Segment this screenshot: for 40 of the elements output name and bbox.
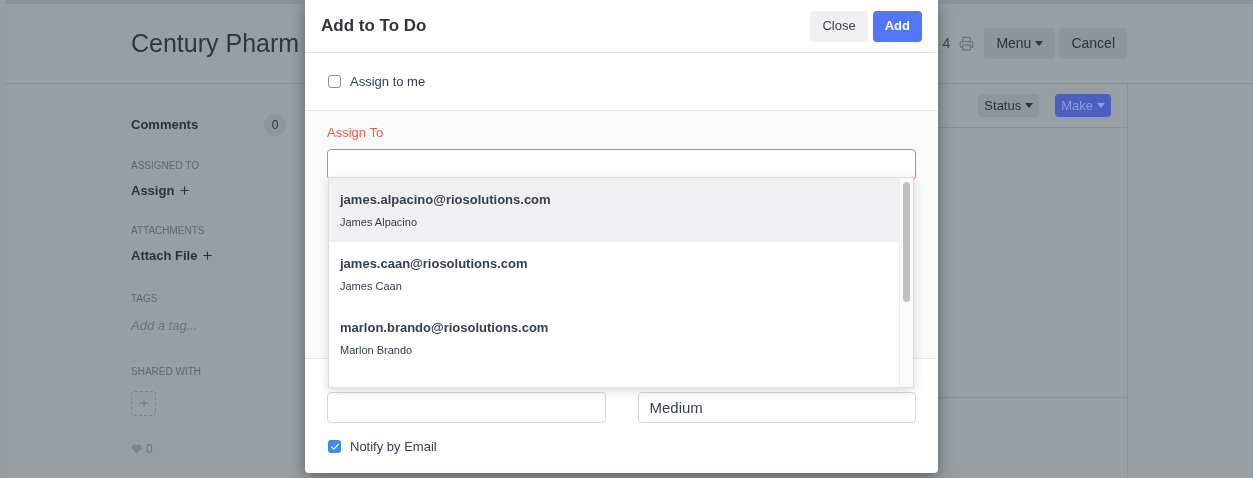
caret-icon [1035,41,1044,46]
suggestion-email: marlon.brando@riosolutions.com [340,318,550,337]
section-heading: SHARED WITH [131,364,202,379]
suggestion-name: Marlon Brando [340,343,414,358]
checkbox[interactable] [328,440,341,454]
section-heading: ATTACHMENTS [131,223,206,238]
heart-icon[interactable] [131,443,142,454]
section-heading: TAGS [131,292,159,306]
add-button[interactable]: Add [872,10,922,42]
add-share-button[interactable] [131,390,156,416]
page-title: Century Pharm [131,27,300,59]
menu-button[interactable]: Menu [984,28,1056,59]
comments-count: 0 [264,114,286,136]
text-field[interactable] [327,392,606,423]
priority-field[interactable]: Medium [637,392,916,423]
field-label: Assign To [327,124,385,142]
suggestion-name: James Alpacino [340,215,419,230]
checkbox[interactable] [328,75,341,88]
cancel-button[interactable]: Cancel [1059,28,1127,59]
checkbox-label: Notify by Email [350,438,437,456]
suggestion-item[interactable]: james.alpacino@riosolutions.com James Alpacino [329,178,899,242]
plus-icon [178,184,192,198]
suggestion-email: james.caan@riosolutions.com [340,254,529,273]
caret-icon [1097,103,1105,108]
document-number: 4 [942,34,951,53]
status-button[interactable]: Status [978,94,1040,117]
sidebar-action-link[interactable]: Assign [131,181,291,201]
print-icon[interactable] [959,36,975,51]
plus-icon [201,248,215,262]
suggestion-email: james.alpacino@riosolutions.com [340,190,552,209]
sidebar-action-link[interactable]: Attach File [131,245,291,265]
suggestion-name: James Caan [340,279,403,294]
plus-icon [137,397,150,409]
close-button[interactable]: Close [810,10,868,42]
comments-label: Comments [131,116,199,135]
dialog-title: Add to To Do [321,15,427,38]
caret-icon [1025,103,1034,108]
checkbox-label: Assign to me [350,72,426,91]
scrollbar-thumb[interactable] [903,182,910,302]
assign-to-field[interactable] [327,148,916,180]
